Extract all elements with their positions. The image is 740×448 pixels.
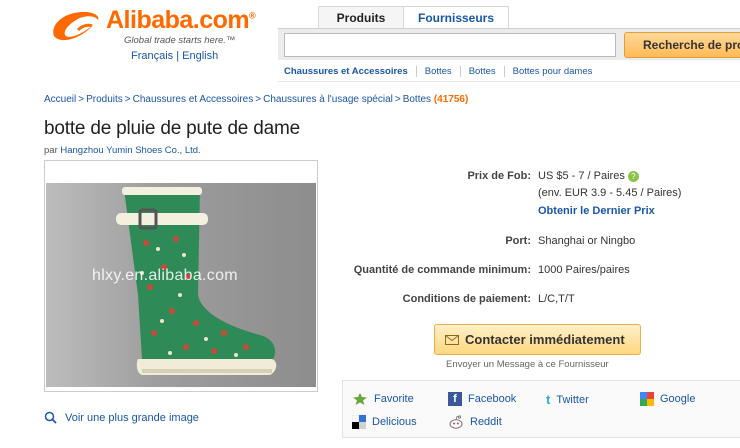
zoom-link[interactable]: Voir une plus grande image bbox=[44, 411, 199, 424]
subcategory-nav: Chaussures et Accessoires Bottes Bottes … bbox=[278, 62, 740, 82]
supplier-link[interactable]: Hangzhou Yumin Shoes Co., Ltd. bbox=[60, 145, 200, 156]
fob-label: Prix de Fob: bbox=[467, 170, 531, 182]
by-prefix: par bbox=[44, 145, 58, 156]
moq-label: Quantité de commande minimum: bbox=[353, 264, 531, 276]
breadcrumb-item[interactable]: Produits bbox=[86, 94, 123, 105]
result-count: (41756) bbox=[433, 94, 469, 105]
reddit-icon bbox=[449, 415, 463, 429]
google-icon bbox=[640, 392, 654, 406]
google-label: Google bbox=[660, 393, 696, 405]
search-bar: Recherche de pro bbox=[278, 28, 740, 60]
search-button[interactable]: Recherche de pro bbox=[624, 32, 740, 58]
subcategory-item[interactable]: Bottes pour dames bbox=[503, 66, 601, 77]
share-twitter[interactable]: t Twitter bbox=[546, 392, 589, 407]
language-switch[interactable]: Français | English bbox=[131, 50, 218, 62]
breadcrumb-separator: > bbox=[78, 94, 85, 105]
contact-now-label: Contacter immédiatement bbox=[465, 332, 625, 347]
contact-now-button[interactable]: Contacter immédiatement bbox=[434, 324, 641, 355]
share-panel: Favorite f Facebook t Twitter Google Del… bbox=[342, 380, 740, 438]
port-row: Port: Shanghai or Ningbo bbox=[0, 235, 740, 251]
breadcrumb-item[interactable]: Accueil bbox=[44, 94, 76, 105]
port-label: Port: bbox=[505, 235, 531, 247]
latest-price-link[interactable]: Obtenir le Dernier Prix bbox=[538, 205, 655, 217]
subcategory-item[interactable]: Bottes bbox=[415, 66, 460, 77]
favorite-icon bbox=[353, 393, 367, 405]
facebook-icon: f bbox=[448, 392, 462, 406]
logo-tagline: Global trade starts here.™ bbox=[124, 35, 236, 46]
envelope-icon bbox=[445, 335, 459, 345]
delicious-label: Delicious bbox=[372, 416, 417, 428]
share-favorite[interactable]: Favorite bbox=[352, 392, 414, 406]
contact-subtext: Envoyer un Message à ce Fournisseur bbox=[446, 359, 609, 370]
supplier-byline: par Hangzhou Yumin Shoes Co., Ltd. bbox=[44, 145, 201, 156]
share-reddit[interactable]: Reddit bbox=[448, 415, 502, 429]
moq-value: 1000 Paires/paires bbox=[538, 264, 630, 276]
twitter-icon: t bbox=[546, 392, 551, 407]
delicious-icon bbox=[352, 415, 366, 429]
fob-value: US $5 - 7 / Paires? bbox=[538, 170, 639, 182]
breadcrumb-separator: > bbox=[124, 94, 131, 105]
product-title: botte de pluie de pute de dame bbox=[44, 118, 300, 139]
fob-eur-value: (env. EUR 3.9 - 5.45 / Paires) bbox=[538, 187, 682, 199]
payment-row: Conditions de paiement: L/C,T/T bbox=[0, 293, 740, 309]
fob-price-row: Prix de Fob: US $5 - 7 / Paires? (env. E… bbox=[0, 170, 740, 230]
tab-fournisseurs[interactable]: Fournisseurs bbox=[404, 6, 510, 28]
breadcrumb-item[interactable]: Bottes bbox=[403, 94, 431, 105]
magnifier-icon bbox=[44, 411, 57, 424]
subcategory-item[interactable]: Bottes bbox=[459, 66, 504, 77]
breadcrumb-item[interactable]: Chaussures à l'usage spécial bbox=[263, 94, 393, 105]
search-input[interactable] bbox=[284, 33, 616, 57]
breadcrumb-item[interactable]: Chaussures et Accessoires bbox=[133, 94, 254, 105]
share-google[interactable]: Google bbox=[640, 392, 695, 406]
favorite-label: Favorite bbox=[374, 393, 414, 405]
reddit-label: Reddit bbox=[470, 416, 502, 428]
subcategory-item[interactable]: Chaussures et Accessoires bbox=[278, 66, 416, 77]
breadcrumb: Accueil > Produits > Chaussures et Accessoir… bbox=[44, 94, 468, 105]
moq-row: Quantité de commande minimum: 1000 Paire… bbox=[0, 264, 740, 280]
facebook-label: Facebook bbox=[468, 393, 517, 405]
breadcrumb-separator: > bbox=[255, 94, 262, 105]
zoom-link-label: Voir une plus grande image bbox=[65, 411, 199, 424]
twitter-label: Twitter bbox=[556, 393, 589, 406]
tab-produits[interactable]: Produits bbox=[318, 6, 404, 28]
share-facebook[interactable]: f Facebook bbox=[448, 392, 516, 406]
payment-label: Conditions de paiement: bbox=[402, 293, 531, 305]
alibaba-swoosh-icon bbox=[53, 12, 99, 41]
search-tabs: Produits Fournisseurs bbox=[318, 6, 510, 28]
payment-value: L/C,T/T bbox=[538, 293, 575, 305]
port-value: Shanghai or Ningbo bbox=[538, 235, 636, 247]
share-delicious[interactable]: Delicious bbox=[352, 415, 417, 429]
breadcrumb-separator: > bbox=[394, 94, 401, 105]
help-icon[interactable]: ? bbox=[627, 170, 639, 182]
logo-wordmark: Alibaba.com® bbox=[106, 6, 256, 34]
